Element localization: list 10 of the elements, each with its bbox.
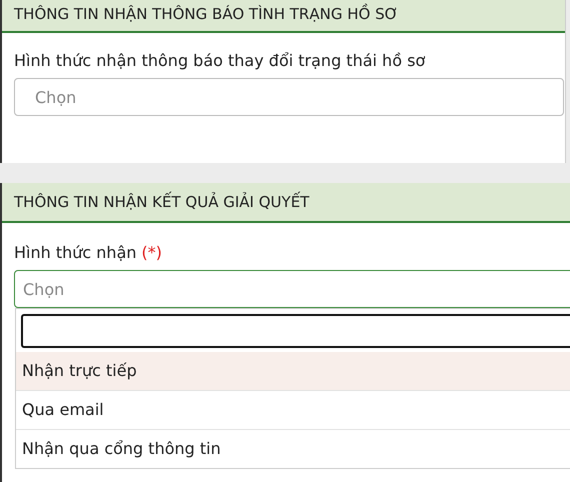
dropdown-option[interactable]: Nhận trực tiếp xyxy=(16,352,570,390)
field-label: Hình thức nhận (*) xyxy=(14,243,163,262)
section-header: THÔNG TIN NHẬN KẾT QUẢ GIẢI QUYẾT xyxy=(2,183,570,223)
field-label: Hình thức nhận thông báo thay đổi trạng thái hồ sơ xyxy=(14,51,426,70)
dropdown-option[interactable]: Nhận qua cổng thông tin xyxy=(16,429,570,468)
select-field[interactable]: Chọn xyxy=(14,78,564,116)
select-field[interactable]: Chọn xyxy=(14,270,570,308)
dropdown-option[interactable]: Qua email xyxy=(16,390,570,429)
section-header: THÔNG TIN NHẬN THÔNG BÁO TÌNH TRẠNG HỒ SƠ xyxy=(2,0,565,33)
search-field[interactable] xyxy=(21,314,570,348)
